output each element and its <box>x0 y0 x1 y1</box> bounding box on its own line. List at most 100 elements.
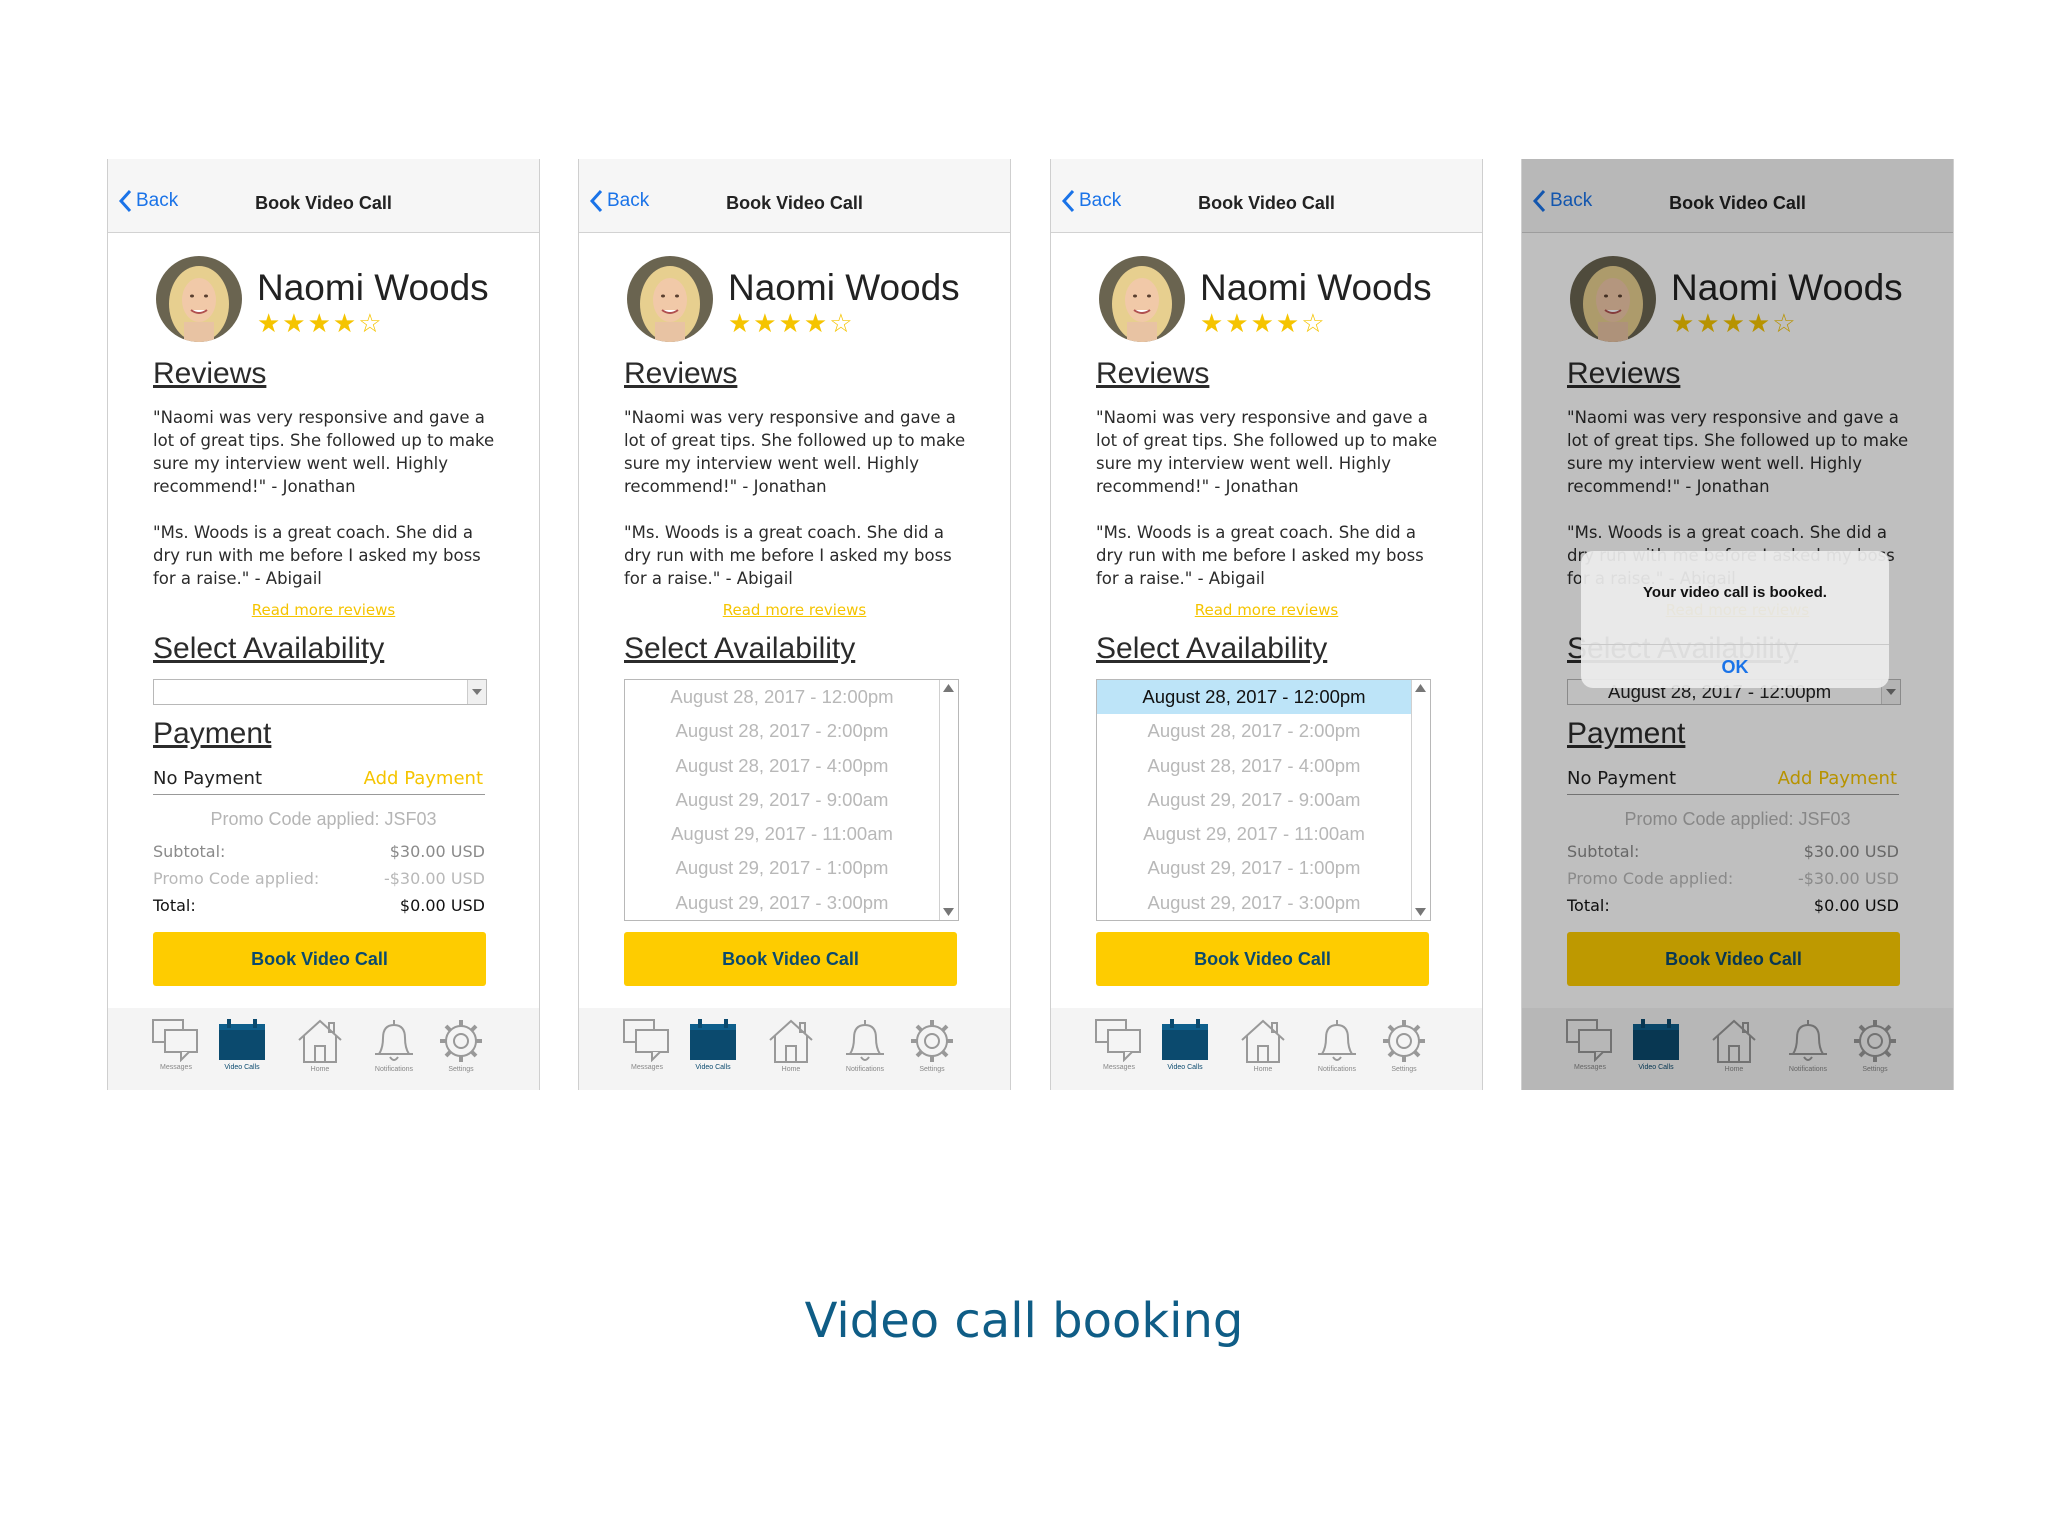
bell-icon <box>1318 1020 1356 1061</box>
page-title: Book Video Call <box>1198 193 1335 213</box>
avatar <box>156 256 242 342</box>
booking-confirmed-alert: Your video call is booked. OK <box>1581 551 1889 688</box>
messages-icon <box>152 1019 198 1062</box>
video-calls-icon <box>219 1019 265 1060</box>
tab-label: Video Calls <box>224 1064 260 1071</box>
read-more-reviews-link[interactable]: Read more reviews <box>579 601 1010 619</box>
payment-heading: Payment <box>153 717 272 750</box>
tab-home[interactable]: Home <box>761 1018 821 1073</box>
dropdown-arrow-icon[interactable] <box>467 680 486 704</box>
tab-label: Video Calls <box>695 1064 731 1071</box>
review-text: "Naomi was very responsive and gave a lo… <box>1096 408 1438 496</box>
bell-icon <box>375 1020 413 1061</box>
promo-code-applied: Promo Code applied: JSF03 <box>210 809 437 829</box>
video-calls-icon <box>690 1019 736 1060</box>
availability-option[interactable]: August 29, 2017 - 11:00am <box>1097 817 1411 851</box>
promo-value: -$30.00 USD <box>383 869 485 888</box>
bell-icon <box>846 1020 884 1061</box>
screen-empty-dropdown: Back Book Video Call Naomi Woods ★★★★☆ R… <box>107 159 540 1090</box>
alert-message: Your video call is booked. <box>1643 584 1827 601</box>
scroll-down-icon[interactable] <box>1415 908 1426 916</box>
subtotal-label: Subtotal: <box>153 842 226 861</box>
availability-heading: Select Availability <box>624 632 856 665</box>
tab-label: Settings <box>1391 1066 1417 1073</box>
availability-dropdown[interactable] <box>153 679 487 705</box>
availability-option[interactable]: August 29, 2017 - 9:00am <box>625 783 939 817</box>
review-text: "Ms. Woods is a great coach. She did a d… <box>153 523 481 588</box>
availability-listbox[interactable]: August 28, 2017 - 12:00pm August 28, 2017… <box>1096 679 1431 921</box>
gear-icon <box>911 1020 953 1062</box>
availability-option[interactable]: August 29, 2017 - 3:00pm <box>625 886 939 920</box>
tab-bar: Messages Video Calls Home Notifications … <box>108 1008 539 1090</box>
availability-heading: Select Availability <box>1096 632 1328 665</box>
tab-notifications[interactable]: Notifications <box>835 1018 895 1073</box>
tab-video-calls[interactable]: Video Calls <box>683 1018 743 1071</box>
tab-label: Home <box>1253 1066 1273 1073</box>
availability-option[interactable]: August 29, 2017 - 1:00pm <box>625 851 939 885</box>
tab-label: Notifications <box>1317 1066 1357 1073</box>
scroll-up-icon[interactable] <box>943 684 954 692</box>
tab-notifications[interactable]: Notifications <box>1307 1018 1367 1073</box>
read-more-reviews-link[interactable]: Read more reviews <box>108 601 539 619</box>
read-more-reviews-link[interactable]: Read more reviews <box>1051 601 1482 619</box>
nav-bar: Back Book Video Call <box>108 159 539 233</box>
video-calls-icon <box>1162 1019 1208 1060</box>
nav-bar: Back Book Video Call <box>579 159 1010 233</box>
tab-messages[interactable]: Messages <box>1089 1018 1149 1071</box>
listbox-scrollbar[interactable] <box>1411 680 1430 920</box>
availability-option[interactable]: August 29, 2017 - 3:00pm <box>1097 886 1411 920</box>
availability-option[interactable]: August 28, 2017 - 12:00pm <box>625 680 939 714</box>
availability-option[interactable]: August 28, 2017 - 2:00pm <box>1097 714 1411 748</box>
tab-home[interactable]: Home <box>290 1018 350 1073</box>
alert-divider <box>1581 644 1889 645</box>
review-text: "Ms. Woods is a great coach. She did a d… <box>1096 523 1424 588</box>
book-video-call-button[interactable]: Book Video Call <box>624 932 957 986</box>
availability-option[interactable]: August 29, 2017 - 9:00am <box>1097 783 1411 817</box>
page-title: Book Video Call <box>255 193 392 213</box>
avatar <box>627 256 713 342</box>
slide-caption: Video call booking <box>804 1293 1244 1349</box>
scroll-up-icon[interactable] <box>1415 684 1426 692</box>
payment-method-row: No Payment Add Payment <box>153 764 485 795</box>
tab-label: Notifications <box>374 1066 414 1073</box>
tab-bar: Messages Video Calls Home Notifications … <box>579 1008 1010 1090</box>
availability-option[interactable]: August 29, 2017 - 11:00am <box>625 817 939 851</box>
tab-video-calls[interactable]: Video Calls <box>212 1018 272 1071</box>
coach-name: Naomi Woods <box>257 267 489 308</box>
review-text: "Naomi was very responsive and gave a lo… <box>624 408 966 496</box>
tab-label: Video Calls <box>1167 1064 1203 1071</box>
home-icon <box>1241 1019 1285 1063</box>
tab-label: Settings <box>448 1066 474 1073</box>
tab-video-calls[interactable]: Video Calls <box>1155 1018 1215 1071</box>
add-payment-link[interactable]: Add Payment <box>364 768 483 789</box>
home-icon <box>769 1019 813 1063</box>
avatar <box>1099 256 1185 342</box>
tab-notifications[interactable]: Notifications <box>364 1018 424 1073</box>
reviews-heading: Reviews <box>153 357 267 390</box>
availability-option[interactable]: August 28, 2017 - 2:00pm <box>625 714 939 748</box>
tab-settings[interactable]: Settings <box>431 1018 491 1073</box>
tab-messages[interactable]: Messages <box>617 1018 677 1071</box>
messages-icon <box>623 1019 669 1062</box>
book-video-call-button[interactable]: Book Video Call <box>1096 932 1429 986</box>
total-value: $0.00 USD <box>399 896 485 915</box>
alert-ok-button[interactable]: OK <box>1581 657 1889 678</box>
availability-option[interactable]: August 28, 2017 - 12:00pm <box>1097 680 1411 715</box>
tab-messages[interactable]: Messages <box>146 1018 206 1071</box>
tab-home[interactable]: Home <box>1233 1018 1293 1073</box>
tab-settings[interactable]: Settings <box>902 1018 962 1073</box>
tab-label: Settings <box>919 1066 945 1073</box>
tab-settings[interactable]: Settings <box>1374 1018 1434 1073</box>
tab-label: Home <box>781 1066 801 1073</box>
book-video-call-button[interactable]: Book Video Call <box>153 932 486 986</box>
scroll-down-icon[interactable] <box>943 908 954 916</box>
availability-listbox[interactable]: August 28, 2017 - 12:00pm August 28, 2017… <box>624 679 959 921</box>
tab-label: Messages <box>631 1064 663 1071</box>
availability-option[interactable]: August 28, 2017 - 4:00pm <box>625 749 939 783</box>
availability-option[interactable]: August 29, 2017 - 1:00pm <box>1097 851 1411 885</box>
tab-label: Home <box>310 1066 330 1073</box>
listbox-scrollbar[interactable] <box>939 680 958 920</box>
gear-icon <box>440 1020 482 1062</box>
availability-option[interactable]: August 28, 2017 - 4:00pm <box>1097 749 1411 783</box>
star-rating: ★★★★☆ <box>257 309 384 339</box>
